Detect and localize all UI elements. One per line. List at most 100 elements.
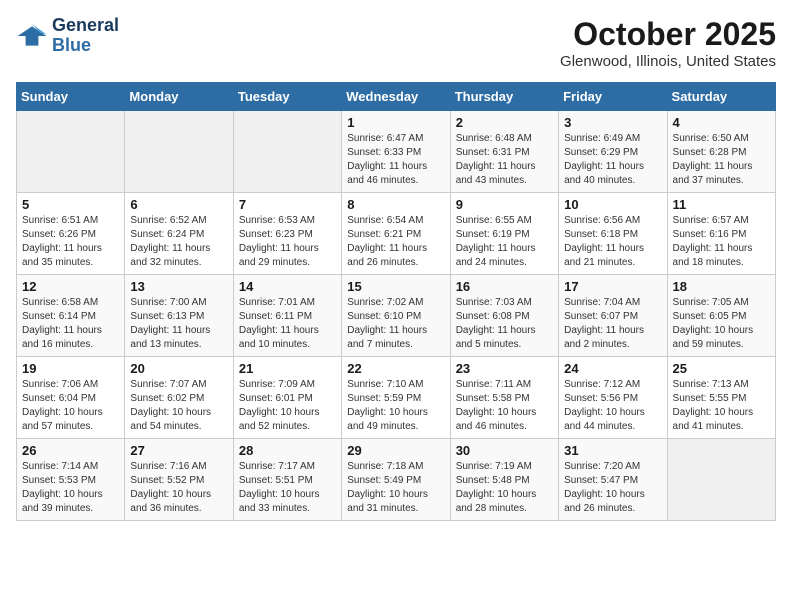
day-number: 27 — [130, 443, 227, 458]
calendar-cell: 8Sunrise: 6:54 AMSunset: 6:21 PMDaylight… — [342, 193, 450, 275]
day-info: Sunset: 6:01 PM — [239, 392, 336, 406]
day-info: Sunset: 5:51 PM — [239, 474, 336, 488]
day-info: Sunrise: 7:05 AM — [673, 296, 770, 310]
day-info: Daylight: 11 hours and 37 minutes. — [673, 160, 770, 188]
calendar-cell: 9Sunrise: 6:55 AMSunset: 6:19 PMDaylight… — [450, 193, 558, 275]
day-info: Daylight: 11 hours and 40 minutes. — [564, 160, 661, 188]
day-info: Sunset: 6:31 PM — [456, 146, 553, 160]
day-info: Sunrise: 7:12 AM — [564, 378, 661, 392]
day-number: 24 — [564, 361, 661, 376]
weekday-header-saturday: Saturday — [667, 83, 775, 111]
day-info: Sunrise: 7:17 AM — [239, 460, 336, 474]
day-info: Daylight: 10 hours and 54 minutes. — [130, 406, 227, 434]
day-info: Daylight: 10 hours and 59 minutes. — [673, 324, 770, 352]
day-info: Daylight: 11 hours and 7 minutes. — [347, 324, 444, 352]
calendar-cell: 13Sunrise: 7:00 AMSunset: 6:13 PMDayligh… — [125, 275, 233, 357]
day-info: Sunset: 6:14 PM — [22, 310, 119, 324]
calendar-cell: 24Sunrise: 7:12 AMSunset: 5:56 PMDayligh… — [559, 357, 667, 439]
calendar-cell — [667, 439, 775, 521]
weekday-header-tuesday: Tuesday — [233, 83, 341, 111]
day-number: 22 — [347, 361, 444, 376]
day-info: Daylight: 11 hours and 32 minutes. — [130, 242, 227, 270]
day-info: Daylight: 10 hours and 52 minutes. — [239, 406, 336, 434]
calendar-cell: 6Sunrise: 6:52 AMSunset: 6:24 PMDaylight… — [125, 193, 233, 275]
calendar-cell: 4 Sunrise: 6:50 AMSunset: 6:28 PMDaylight… — [667, 111, 775, 193]
day-info: Sunset: 6:24 PM — [130, 228, 227, 242]
day-info: Sunrise: 6:54 AM — [347, 214, 444, 228]
calendar-cell: 16Sunrise: 7:03 AMSunset: 6:08 PMDayligh… — [450, 275, 558, 357]
calendar-cell: 19Sunrise: 7:06 AMSunset: 6:04 PMDayligh… — [17, 357, 125, 439]
day-number: 16 — [456, 279, 553, 294]
day-info: Sunrise: 7:11 AM — [456, 378, 553, 392]
week-row-4: 19Sunrise: 7:06 AMSunset: 6:04 PMDayligh… — [17, 357, 776, 439]
day-number: 9 — [456, 197, 553, 212]
weekday-header-wednesday: Wednesday — [342, 83, 450, 111]
day-info: Sunset: 5:49 PM — [347, 474, 444, 488]
day-number: 5 — [22, 197, 119, 212]
calendar-cell: 30Sunrise: 7:19 AMSunset: 5:48 PMDayligh… — [450, 439, 558, 521]
day-info: Sunrise: 7:18 AM — [347, 460, 444, 474]
day-info: Sunrise: 7:00 AM — [130, 296, 227, 310]
day-info: Sunset: 6:33 PM — [347, 146, 444, 160]
day-info: Sunrise: 7:19 AM — [456, 460, 553, 474]
day-number: 29 — [347, 443, 444, 458]
day-info: Sunset: 6:02 PM — [130, 392, 227, 406]
calendar-cell: 14Sunrise: 7:01 AMSunset: 6:11 PMDayligh… — [233, 275, 341, 357]
logo-icon — [16, 20, 48, 52]
calendar-cell: 28Sunrise: 7:17 AMSunset: 5:51 PMDayligh… — [233, 439, 341, 521]
day-info: Sunrise: 6:48 AM — [456, 132, 553, 146]
day-number: 26 — [22, 443, 119, 458]
day-info: Sunrise: 6:55 AM — [456, 214, 553, 228]
day-info: Sunrise: 6:50 AM — [673, 132, 770, 146]
day-info: Daylight: 11 hours and 35 minutes. — [22, 242, 119, 270]
page-header: General Blue October 2025 Glenwood, Illi… — [16, 16, 776, 70]
day-info: Daylight: 11 hours and 24 minutes. — [456, 242, 553, 270]
day-info: Sunset: 5:47 PM — [564, 474, 661, 488]
day-number: 25 — [673, 361, 770, 376]
calendar-cell: 23Sunrise: 7:11 AMSunset: 5:58 PMDayligh… — [450, 357, 558, 439]
day-info: Sunrise: 7:04 AM — [564, 296, 661, 310]
day-info: Sunrise: 7:10 AM — [347, 378, 444, 392]
day-number: 6 — [130, 197, 227, 212]
day-info: Sunrise: 7:07 AM — [130, 378, 227, 392]
day-info: Sunset: 6:16 PM — [673, 228, 770, 242]
day-info: Sunrise: 7:03 AM — [456, 296, 553, 310]
day-info: Sunset: 6:04 PM — [22, 392, 119, 406]
weekday-header-sunday: Sunday — [17, 83, 125, 111]
day-info: Sunset: 5:52 PM — [130, 474, 227, 488]
day-number: 12 — [22, 279, 119, 294]
day-info: Sunset: 5:59 PM — [347, 392, 444, 406]
day-info: Sunset: 5:53 PM — [22, 474, 119, 488]
day-number: 23 — [456, 361, 553, 376]
calendar-cell: 10Sunrise: 6:56 AMSunset: 6:18 PMDayligh… — [559, 193, 667, 275]
day-number: 21 — [239, 361, 336, 376]
logo-text-general: General — [52, 16, 119, 36]
calendar-cell: 5Sunrise: 6:51 AMSunset: 6:26 PMDaylight… — [17, 193, 125, 275]
calendar-cell — [233, 111, 341, 193]
day-number: 1 — [347, 115, 444, 130]
day-info: Daylight: 10 hours and 33 minutes. — [239, 488, 336, 516]
weekday-header-friday: Friday — [559, 83, 667, 111]
weekday-header-thursday: Thursday — [450, 83, 558, 111]
calendar-cell — [125, 111, 233, 193]
day-number: 31 — [564, 443, 661, 458]
week-row-3: 12Sunrise: 6:58 AMSunset: 6:14 PMDayligh… — [17, 275, 776, 357]
day-info: Sunset: 5:55 PM — [673, 392, 770, 406]
day-number: 4 — [673, 115, 770, 130]
calendar-cell: 22Sunrise: 7:10 AMSunset: 5:59 PMDayligh… — [342, 357, 450, 439]
calendar-cell: 29Sunrise: 7:18 AMSunset: 5:49 PMDayligh… — [342, 439, 450, 521]
day-info: Sunrise: 6:53 AM — [239, 214, 336, 228]
day-number: 10 — [564, 197, 661, 212]
day-info: Daylight: 10 hours and 28 minutes. — [456, 488, 553, 516]
day-info: Daylight: 11 hours and 21 minutes. — [564, 242, 661, 270]
day-number: 11 — [673, 197, 770, 212]
day-info: Sunset: 6:08 PM — [456, 310, 553, 324]
day-info: Daylight: 11 hours and 10 minutes. — [239, 324, 336, 352]
day-info: Daylight: 11 hours and 2 minutes. — [564, 324, 661, 352]
day-info: Sunset: 6:13 PM — [130, 310, 227, 324]
day-number: 2 — [456, 115, 553, 130]
day-info: Sunset: 6:28 PM — [673, 146, 770, 160]
day-info: Sunset: 6:26 PM — [22, 228, 119, 242]
day-number: 20 — [130, 361, 227, 376]
calendar-cell: 31Sunrise: 7:20 AMSunset: 5:47 PMDayligh… — [559, 439, 667, 521]
